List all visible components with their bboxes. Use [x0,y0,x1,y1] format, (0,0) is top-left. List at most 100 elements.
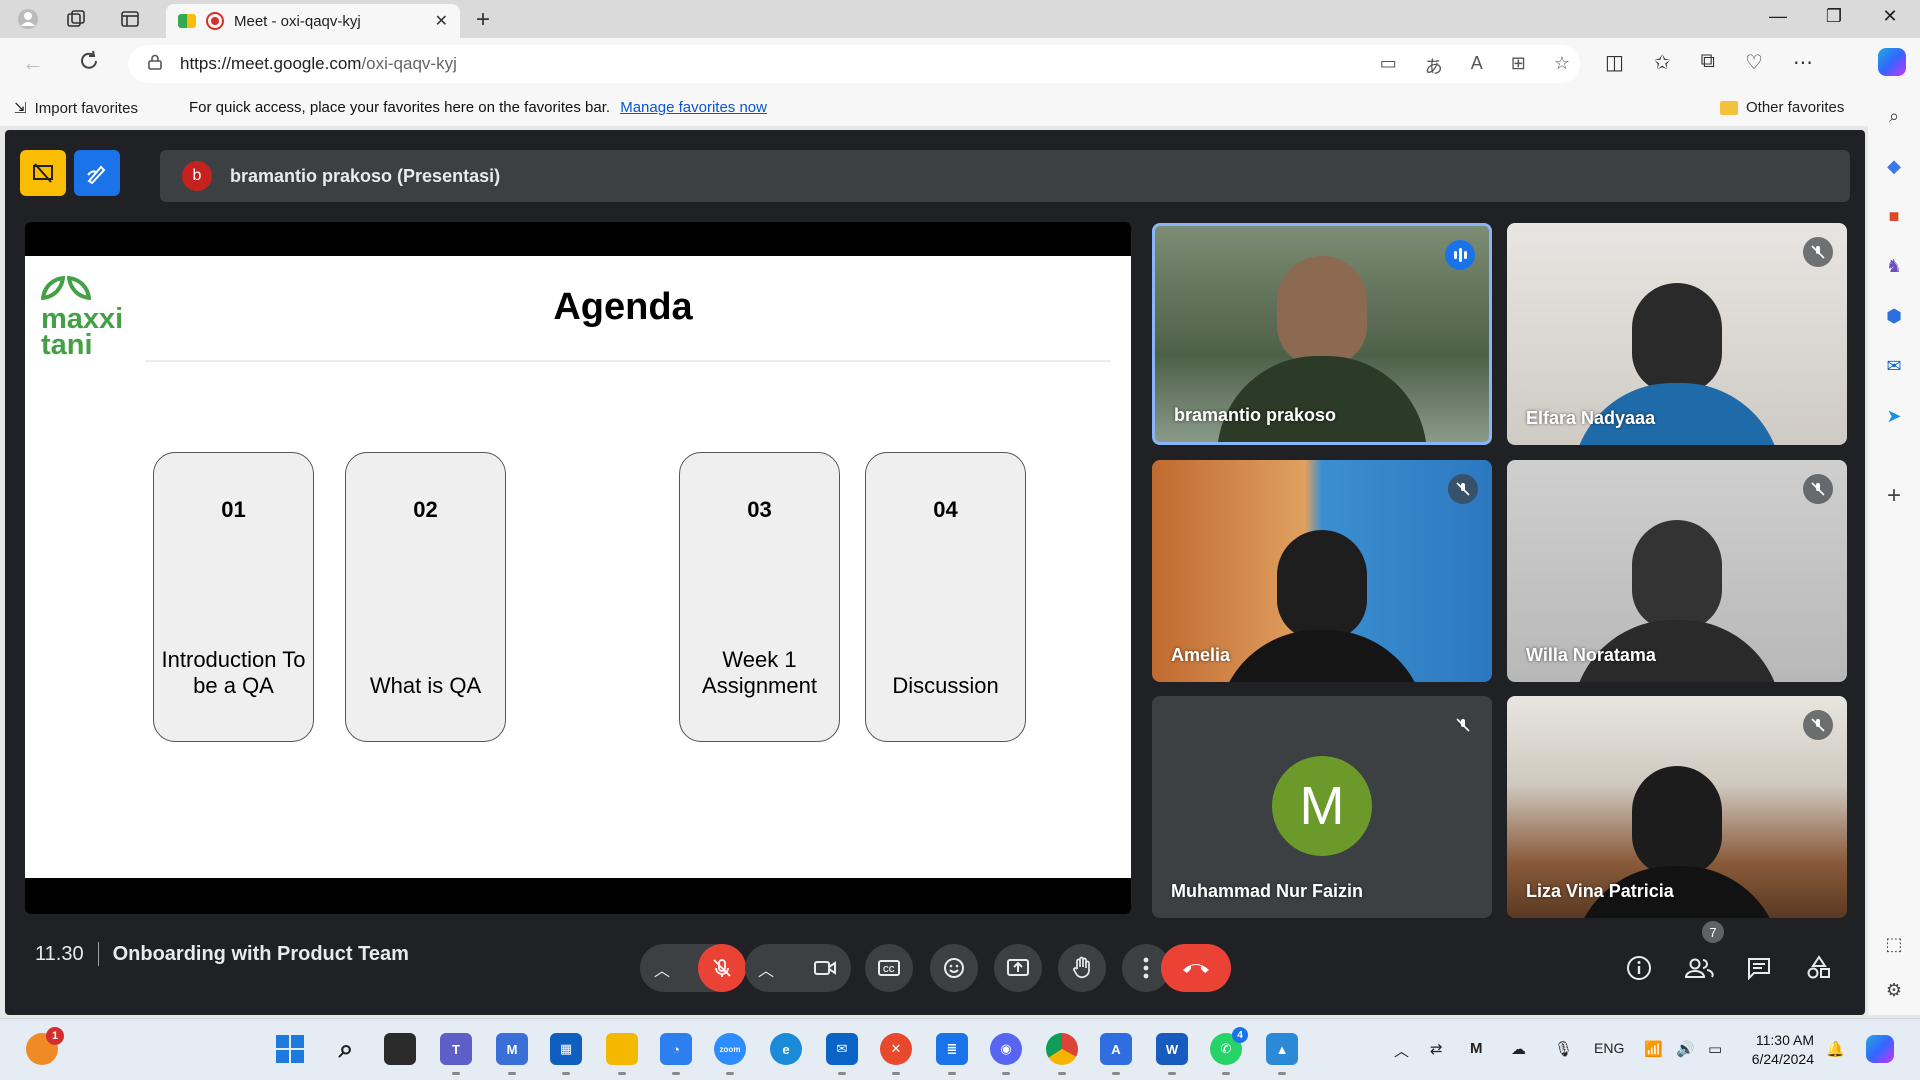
taskbar-search-icon[interactable]: ⌕ [330,1033,362,1065]
more-menu-icon[interactable]: ⋯ [1793,50,1813,75]
address-bar[interactable]: https://meet.google.com /oxi-qaqv-kyj ▭ … [128,45,1580,83]
other-favorites-button[interactable]: Other favorites [1720,99,1844,116]
widgets-icon[interactable]: 1 [26,1027,64,1065]
task-view-icon[interactable] [384,1033,416,1065]
language-indicator[interactable]: ENG [1594,1040,1624,1056]
captions-button[interactable]: CC [865,944,913,992]
copilot-icon[interactable] [1878,48,1906,76]
participant-tile-liza[interactable]: Liza Vina Patricia [1507,696,1847,918]
workspaces-icon[interactable] [64,7,88,31]
present-screen-button[interactable] [994,944,1042,992]
zoom-icon[interactable]: zoom [714,1033,746,1075]
browser-essentials-icon[interactable]: ♡ [1745,50,1763,75]
chat-button[interactable] [1741,950,1777,986]
audio-options-chevron-icon[interactable]: ︿ [654,957,670,981]
profile-icon[interactable] [16,7,40,31]
manage-favorites-link[interactable]: Manage favorites now [620,99,767,116]
photos-icon[interactable]: ▲ [1266,1033,1298,1075]
store-icon[interactable]: ▦ [550,1033,582,1075]
microphone-tray-icon[interactable]: 🎙 [1554,1040,1573,1058]
participant-tile-elfara[interactable]: Elfara Nadyaaa [1507,223,1847,445]
volume-icon[interactable]: 🔊 [1676,1040,1695,1058]
mic-off-icon [713,959,731,977]
participant-tile-willa[interactable]: Willa Noratama [1507,460,1847,682]
meeting-details-button[interactable] [1621,950,1657,986]
other-favorites-label: Other favorites [1746,99,1845,116]
reactions-button[interactable] [930,944,978,992]
whatsapp-icon[interactable]: ✆ 4 [1210,1027,1248,1075]
app-available-icon[interactable]: ⊞ [1511,53,1526,79]
discord-icon[interactable]: ◉ [990,1033,1022,1075]
search-icon[interactable]: ⌕ [1882,104,1906,128]
participant-tile-muhammad[interactable]: M Muhammad Nur Faizin [1152,696,1492,918]
split-screen-icon[interactable]: ◫ [1605,50,1624,75]
tray-gmail-icon[interactable]: M [1470,1040,1483,1057]
microsoft-365-icon[interactable]: ⬢ [1882,304,1906,328]
sidebar-settings-icon[interactable]: ⚙ [1882,978,1906,1002]
teams-icon[interactable]: T [440,1033,472,1075]
refresh-icon[interactable] [78,50,100,78]
restore-button[interactable]: ❐ [1814,6,1854,27]
favorite-star-icon[interactable]: ☆ [1554,53,1570,79]
video-options-chevron-icon[interactable]: ︿ [758,957,774,981]
tray-overflow-chevron-icon[interactable]: ︿ [1394,1040,1409,1061]
copilot-taskbar-icon[interactable] [1866,1035,1894,1063]
activities-button[interactable] [1801,950,1837,986]
onedrive-icon[interactable]: ☁ [1511,1040,1526,1058]
tab-close-button[interactable]: ✕ [435,11,448,31]
stop-presenting-button[interactable] [20,150,66,196]
back-arrow-icon[interactable]: ← [22,50,44,76]
notifications-bell-icon[interactable]: 🔔 [1826,1040,1845,1058]
raise-hand-button[interactable] [1058,944,1106,992]
people-icon [1684,958,1714,978]
microphone-toggle-button[interactable] [698,944,746,992]
wifi-icon[interactable]: 📶 [1644,1040,1663,1058]
xampp-icon[interactable]: ✕ [880,1033,912,1075]
people-button[interactable] [1681,950,1717,986]
file-explorer-icon[interactable] [606,1033,638,1075]
mail-icon[interactable]: ✉ [826,1033,858,1075]
favorites-icon[interactable]: ✩ [1654,50,1671,75]
send-icon[interactable]: ➤ [1882,404,1906,428]
participant-tile-amelia[interactable]: Amelia [1152,460,1492,682]
participant-tile-bramantio[interactable]: bramantio prakoso [1152,223,1492,445]
chat-app-icon[interactable]: ◔ [660,1033,692,1075]
agenda-card-label: Introduction To be a QA [161,647,306,698]
annotate-button[interactable] [74,150,120,196]
leave-call-button[interactable] [1161,944,1231,992]
camera-in-use-icon[interactable]: ▭ [1380,53,1397,79]
slide: maxxi tani Agenda 01 Introduction To be … [25,256,1131,878]
screenshot-icon[interactable]: ⬚ [1882,932,1906,956]
gmail-app-icon[interactable]: M [496,1033,528,1075]
import-favorites-button[interactable]: ⇲ Import favorites [14,99,138,118]
agenda-card-02: 02 What is QA [345,452,506,742]
taskbar-clock[interactable]: 11:30 AM 6/24/2024 [1740,1031,1814,1069]
shopping-tag-icon[interactable]: ◆ [1882,154,1906,178]
tools-icon[interactable]: ■ [1882,204,1906,228]
edge-browser-icon[interactable]: e [770,1033,802,1065]
camera-toggle-button[interactable] [801,944,849,992]
word-icon[interactable]: W [1156,1033,1188,1075]
add-sidebar-app-icon[interactable]: + [1882,482,1906,509]
battery-icon[interactable]: ▭ [1708,1040,1722,1058]
tab-title: Meet - oxi-qaqv-kyj [234,12,361,30]
collections-icon[interactable]: ⧉ [1701,50,1715,75]
start-button[interactable] [274,1033,306,1065]
minimize-button[interactable]: — [1758,6,1798,27]
chrome-icon[interactable] [1046,1033,1078,1075]
tray-app-icon[interactable]: ⇄ [1430,1040,1443,1058]
tab-actions-icon[interactable] [118,7,142,31]
close-window-button[interactable]: ✕ [1870,6,1910,27]
games-icon[interactable]: ♞ [1882,254,1906,278]
outlook-icon[interactable]: ✉ [1882,354,1906,378]
lock-icon[interactable] [148,54,162,74]
azure-icon[interactable]: A [1100,1033,1132,1075]
read-aloud-icon[interactable]: A [1471,53,1483,79]
translate-icon[interactable]: あ [1425,53,1443,79]
agenda-card-04: 04 Discussion [865,452,1026,742]
notepad-icon[interactable]: ≣ [936,1033,968,1075]
new-tab-button[interactable]: + [476,6,490,34]
tab-meet[interactable]: Meet - oxi-qaqv-kyj ✕ [166,4,460,38]
participant-name: Liza Vina Patricia [1526,881,1674,901]
presenter-avatar: b [182,161,212,191]
